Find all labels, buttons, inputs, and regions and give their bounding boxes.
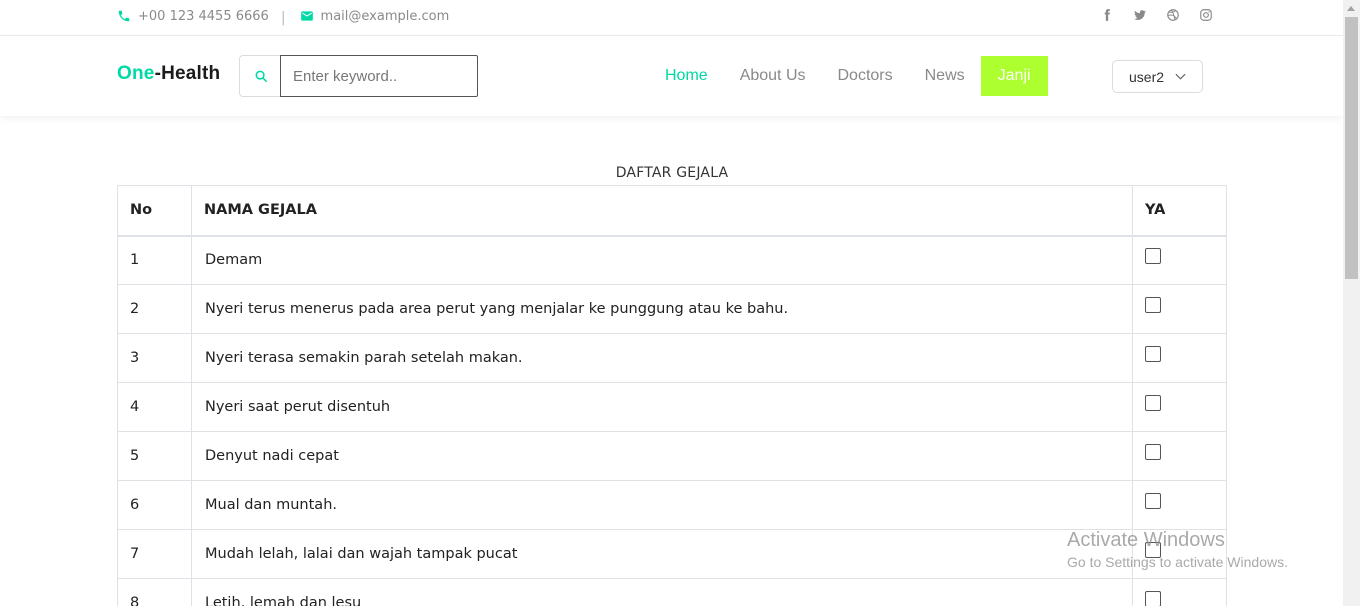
instagram-icon[interactable] <box>1199 8 1213 22</box>
table-header-row: No NAMA GEJALA YA <box>117 185 1227 237</box>
symptom-name: Mudah lelah, lalai dan wajah tampak puca… <box>191 529 1133 579</box>
ya-cell <box>1132 578 1227 606</box>
table-row: 5 Denyut nadi cepat <box>117 431 1227 481</box>
nav-about-us[interactable]: About Us <box>724 56 822 96</box>
symptom-name: Denyut nadi cepat <box>191 431 1133 481</box>
ya-checkbox[interactable] <box>1145 395 1161 411</box>
nav-doctors[interactable]: Doctors <box>822 56 909 96</box>
twitter-icon[interactable] <box>1133 8 1147 22</box>
ya-cell <box>1132 235 1227 285</box>
row-number: 5 <box>117 431 192 481</box>
nav-news[interactable]: News <box>909 56 981 96</box>
ya-cell <box>1132 333 1227 383</box>
dribbble-icon[interactable] <box>1166 8 1180 22</box>
table-row: 1 Demam <box>117 235 1227 285</box>
scroll-up-arrow[interactable] <box>1347 6 1355 11</box>
row-number: 8 <box>117 578 192 606</box>
mail-icon <box>300 11 313 21</box>
phone-icon <box>118 10 130 22</box>
row-number: 7 <box>117 529 192 579</box>
user-name: user2 <box>1129 68 1165 85</box>
social-links <box>1100 0 1213 30</box>
symptom-name: Letih, lemah dan lesu <box>191 578 1133 606</box>
ya-checkbox[interactable] <box>1145 444 1161 460</box>
table-caption: DAFTAR GEJALA <box>615 165 729 181</box>
brand-accent: One <box>117 63 155 84</box>
search-input[interactable] <box>280 55 478 97</box>
brand-logo[interactable]: One-Health <box>117 63 220 85</box>
table-row: 8 Letih, lemah dan lesu <box>117 578 1227 606</box>
table-row: 2 Nyeri terus menerus pada area perut ya… <box>117 284 1227 334</box>
ya-checkbox[interactable] <box>1145 346 1161 362</box>
phone-number: +00 123 4455 6666 <box>138 8 269 24</box>
vertical-scrollbar[interactable] <box>1343 0 1360 606</box>
row-number: 1 <box>117 235 192 285</box>
row-number: 6 <box>117 480 192 530</box>
ya-checkbox[interactable] <box>1145 248 1161 265</box>
ya-cell <box>1132 382 1227 432</box>
symptom-name: Demam <box>191 235 1133 285</box>
top-contact-bar: +00 123 4455 6666 | mail@example.com <box>0 0 1343 36</box>
symptom-name: Mual dan muntah. <box>191 480 1133 530</box>
ya-cell <box>1132 529 1227 579</box>
search-button[interactable] <box>239 55 281 97</box>
table-row: 7 Mudah lelah, lalai dan wajah tampak pu… <box>117 529 1227 579</box>
nav-home[interactable]: Home <box>649 56 724 96</box>
ya-checkbox[interactable] <box>1145 591 1161 606</box>
table-row: 4 Nyeri saat perut disentuh <box>117 382 1227 432</box>
brand-rest: -Health <box>154 63 221 84</box>
header-ya: YA <box>1132 185 1227 237</box>
row-number: 3 <box>117 333 192 383</box>
symptom-table: No NAMA GEJALA YA 1 Demam 2 Nyeri terus … <box>117 185 1227 606</box>
table-row: 3 Nyeri terasa semakin parah setelah mak… <box>117 333 1227 383</box>
chevron-down-icon <box>1175 73 1186 80</box>
symptom-name: Nyeri saat perut disentuh <box>191 382 1133 432</box>
row-number: 4 <box>117 382 192 432</box>
row-number: 2 <box>117 284 192 334</box>
ya-checkbox[interactable] <box>1145 493 1161 509</box>
contact-info: +00 123 4455 6666 | mail@example.com <box>117 0 449 32</box>
search-icon <box>255 70 267 83</box>
scrollbar-thumb[interactable] <box>1345 17 1358 279</box>
contact-separator: | <box>280 10 286 26</box>
email-address: mail@example.com <box>320 8 450 24</box>
nav-links: Home About Us Doctors News Janji <box>649 56 1048 96</box>
header-no: No <box>117 185 192 237</box>
ya-cell <box>1132 431 1227 481</box>
ya-checkbox[interactable] <box>1145 542 1161 558</box>
facebook-icon[interactable] <box>1100 8 1114 22</box>
symptom-name: Nyeri terasa semakin parah setelah makan… <box>191 333 1133 383</box>
ya-cell <box>1132 480 1227 530</box>
user-dropdown[interactable]: user2 <box>1112 60 1203 93</box>
main-navbar: One-Health Home About Us Doctors News Ja… <box>0 36 1343 116</box>
symptom-name: Nyeri terus menerus pada area perut yang… <box>191 284 1133 334</box>
ya-cell <box>1132 284 1227 334</box>
table-row: 6 Mual dan muntah. <box>117 480 1227 530</box>
ya-checkbox[interactable] <box>1145 297 1161 313</box>
header-nama-gejala: NAMA GEJALA <box>191 185 1133 237</box>
janji-button[interactable]: Janji <box>980 56 1048 96</box>
